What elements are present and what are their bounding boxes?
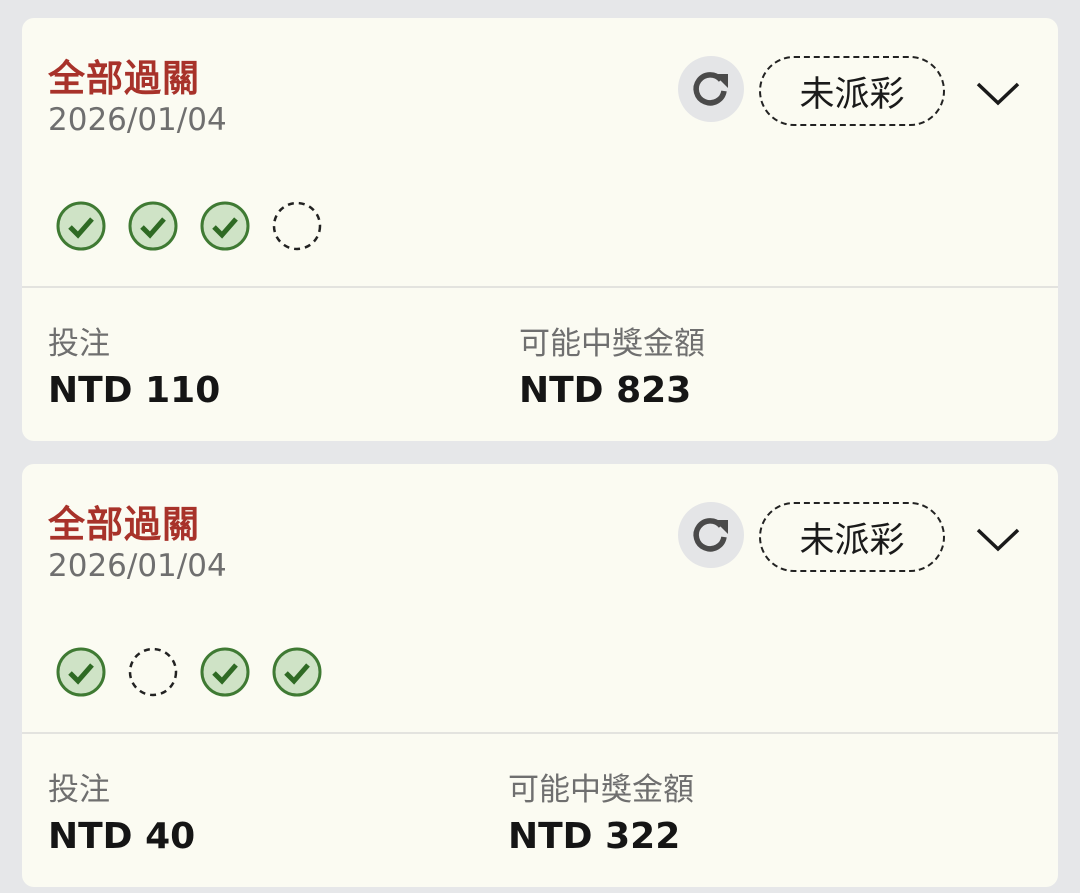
bet-type-title: 全部過關 [48,503,200,546]
bet-card[interactable]: 全部過關 2026/01/04 未派彩 投注 NTD 110 可能中獎金額 NT… [22,18,1058,441]
stake-value: NTD 110 [48,370,221,411]
refresh-icon [693,72,728,106]
dashed-circle-icon [272,201,322,251]
stake-label: 投注 [48,772,110,808]
check-circle-icon [272,647,322,697]
chevron-down-icon[interactable] [973,76,1023,110]
bet-date: 2026/01/04 [48,548,227,584]
bet-date: 2026/01/04 [48,102,227,138]
dashed-circle-icon [128,647,178,697]
stake-value: NTD 40 [48,816,196,857]
refresh-icon [693,518,728,552]
bet-card[interactable]: 全部過關 2026/01/04 未派彩 投注 NTD 40 可能中獎金額 NTD… [22,464,1058,887]
divider [22,286,1058,288]
check-circle-icon [56,647,106,697]
status-badge[interactable]: 未派彩 [759,56,945,126]
check-circle-icon [56,201,106,251]
payout-label: 可能中獎金額 [508,772,694,808]
divider [22,732,1058,734]
payout-label: 可能中獎金額 [519,326,705,362]
chevron-down-icon[interactable] [973,522,1023,556]
payout-value: NTD 823 [519,370,692,411]
refresh-button[interactable] [678,56,744,122]
refresh-button[interactable] [678,502,744,568]
check-circle-icon [200,201,250,251]
check-circle-icon [200,647,250,697]
payout-value: NTD 322 [508,816,681,857]
check-circle-icon [128,201,178,251]
stake-label: 投注 [48,326,110,362]
bet-type-title: 全部過關 [48,57,200,100]
status-badge[interactable]: 未派彩 [759,502,945,572]
